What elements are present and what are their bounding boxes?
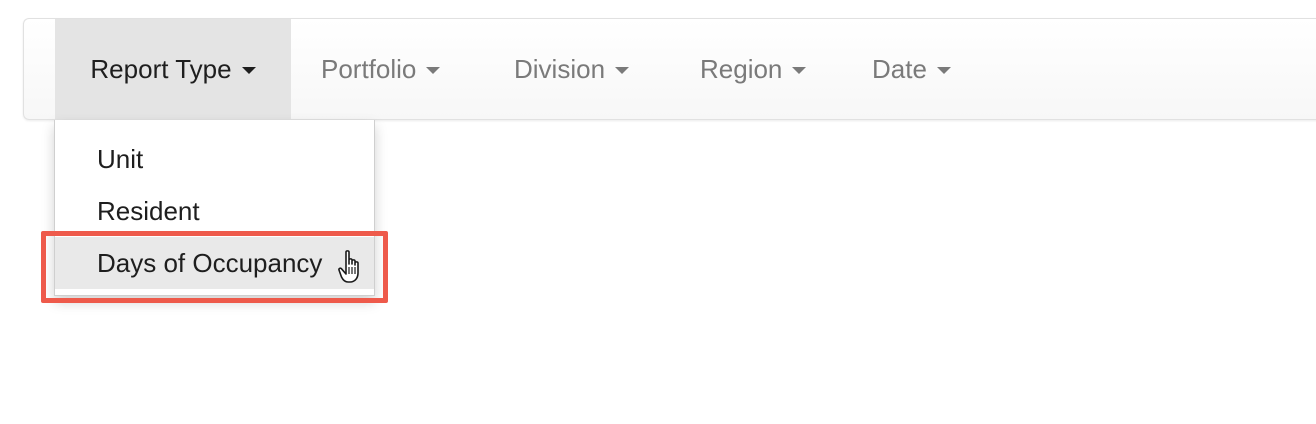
division-label: Division [514, 53, 606, 84]
report-type-label: Report Type [90, 53, 232, 84]
date-label: Date [872, 53, 927, 84]
region-label: Region [700, 53, 783, 84]
caret-down-icon [426, 66, 441, 74]
region-dropdown-toggle[interactable]: Region [700, 19, 807, 119]
caret-down-icon [936, 66, 951, 74]
date-dropdown-toggle[interactable]: Date [872, 19, 951, 119]
report-type-dropdown-toggle[interactable]: Report Type [55, 19, 291, 119]
menu-item-days-of-occupancy[interactable]: Days of Occupancy [55, 237, 374, 289]
hand-pointer-icon [338, 250, 359, 283]
caret-down-icon [615, 66, 630, 74]
caret-down-icon [792, 66, 807, 74]
menu-item-unit[interactable]: Unit [55, 133, 374, 185]
caret-down-icon [241, 66, 256, 74]
report-type-dropdown-menu: Unit Resident Days of Occupancy [54, 120, 375, 296]
division-dropdown-toggle[interactable]: Division [514, 19, 630, 119]
menu-item-resident[interactable]: Resident [55, 185, 374, 237]
portfolio-label: Portfolio [321, 53, 417, 84]
portfolio-dropdown-toggle[interactable]: Portfolio [321, 19, 441, 119]
filter-navbar: Report Type Portfolio Division Region Da… [23, 18, 1316, 120]
